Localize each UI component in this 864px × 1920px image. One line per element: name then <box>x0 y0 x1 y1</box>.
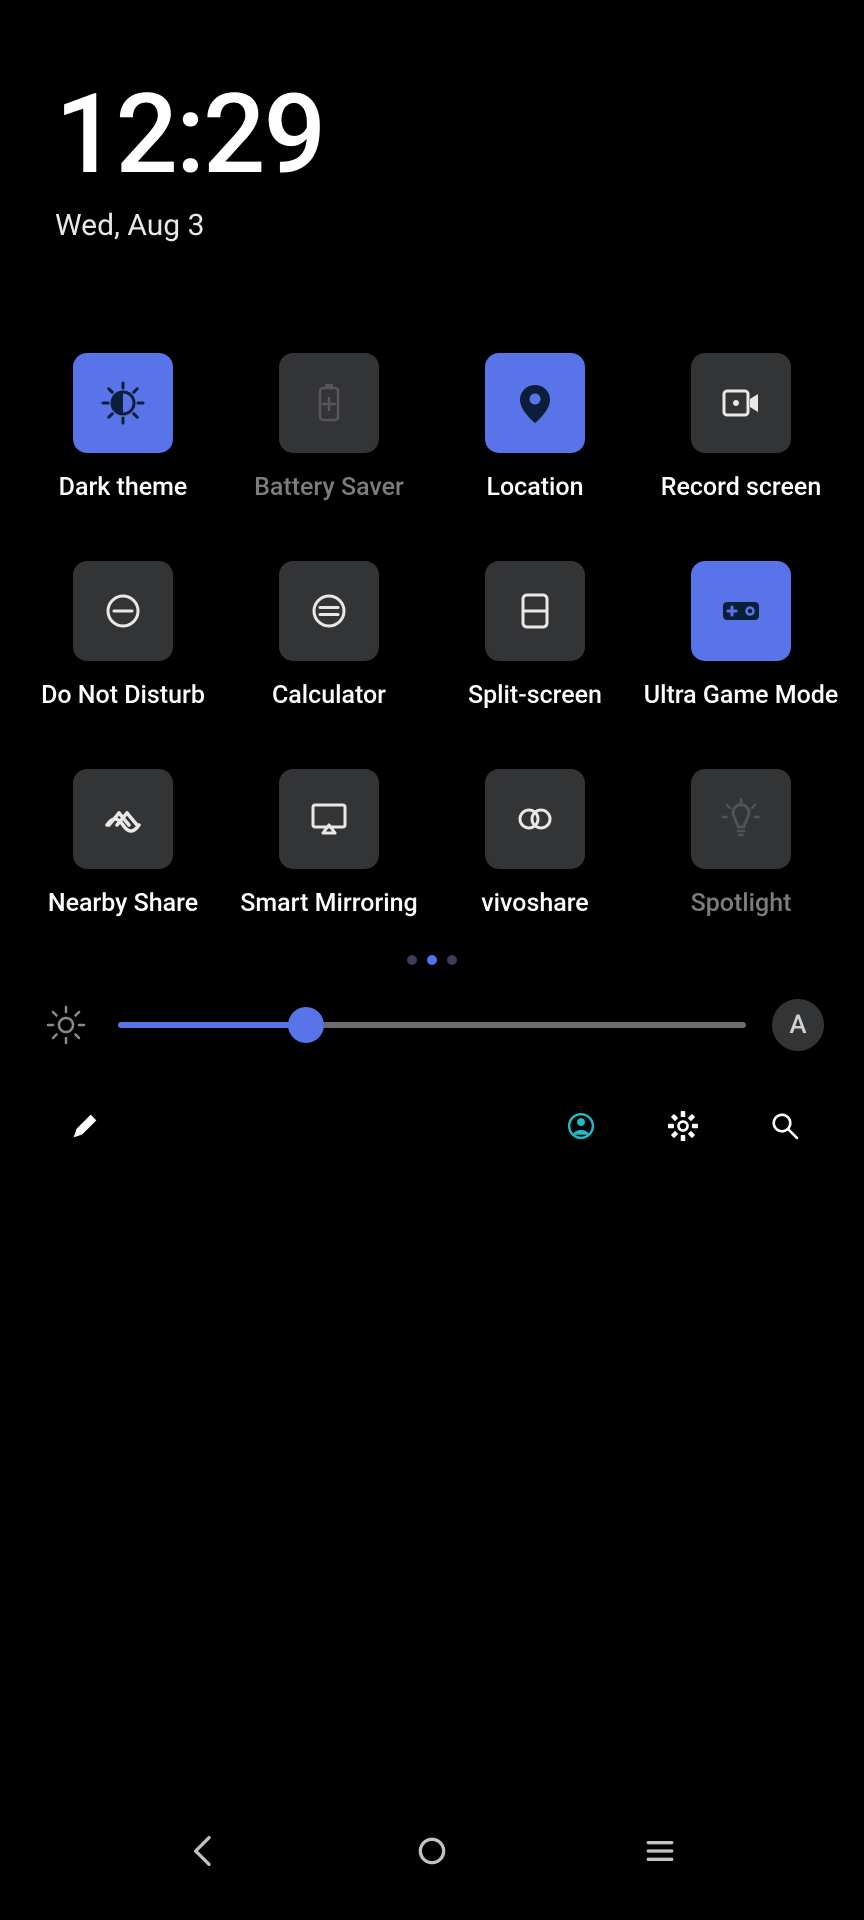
qs-tile-spotlight[interactable]: Spotlight <box>638 769 844 949</box>
split-screen-icon <box>485 561 585 661</box>
qs-tile-dark-theme[interactable]: Dark theme <box>20 353 226 533</box>
qs-tile-dnd[interactable]: Do Not Disturb <box>20 561 226 741</box>
qs-tile-label: Record screen <box>661 473 822 533</box>
qs-tile-smart-mirror[interactable]: Smart Mirroring <box>226 769 432 949</box>
qs-tile-calculator[interactable]: Calculator <box>226 561 432 741</box>
qs-tile-label: Battery Saver <box>254 473 404 533</box>
page-indicator <box>0 955 864 965</box>
qs-tile-label: Do Not Disturb <box>41 681 205 741</box>
location-icon <box>485 353 585 453</box>
brightness-row: A <box>40 999 824 1051</box>
pager-dot <box>447 955 457 965</box>
qs-tile-label: Location <box>486 473 583 533</box>
qs-tile-label: Spotlight <box>691 889 792 949</box>
nav-home-button[interactable] <box>392 1811 472 1891</box>
qs-tile-vivoshare[interactable]: vivoshare <box>432 769 638 949</box>
qs-tile-nearby-share[interactable]: Nearby Share <box>20 769 226 949</box>
auto-brightness-button[interactable]: A <box>772 999 824 1051</box>
clock-time: 12:29 <box>55 80 864 190</box>
qs-tile-label: Nearby Share <box>48 889 198 949</box>
edit-button[interactable] <box>56 1097 114 1155</box>
qs-tile-label: Ultra Game Mode <box>644 681 839 741</box>
clock-date: Wed, Aug 3 <box>55 208 864 243</box>
user-button[interactable] <box>552 1097 610 1155</box>
settings-button[interactable] <box>654 1097 712 1155</box>
spotlight-icon <box>691 769 791 869</box>
nearby-share-icon <box>73 769 173 869</box>
smart-mirror-icon <box>279 769 379 869</box>
qs-tile-label: Dark theme <box>59 473 188 533</box>
battery-saver-icon <box>279 353 379 453</box>
brightness-slider[interactable] <box>118 1005 746 1045</box>
qs-tile-record-screen[interactable]: Record screen <box>638 353 844 533</box>
qs-tile-split-screen[interactable]: Split-screen <box>432 561 638 741</box>
brightness-icon <box>40 999 92 1051</box>
qs-tile-ultra-game[interactable]: Ultra Game Mode <box>638 561 844 741</box>
qs-tile-location[interactable]: Location <box>432 353 638 533</box>
pager-dot <box>407 955 417 965</box>
navigation-bar <box>0 1800 864 1920</box>
ultra-game-icon <box>691 561 791 661</box>
qs-tile-grid: Dark theme Battery Saver Location Record sc… <box>0 243 864 949</box>
calculator-icon <box>279 561 379 661</box>
qs-action-row <box>0 1051 864 1155</box>
qs-header: 12:29 Wed, Aug 3 <box>0 0 864 243</box>
dark-theme-icon <box>73 353 173 453</box>
qs-tile-label: vivoshare <box>481 889 588 949</box>
nav-back-button[interactable] <box>164 1811 244 1891</box>
record-screen-icon <box>691 353 791 453</box>
qs-tile-label: Calculator <box>272 681 386 741</box>
nav-recent-button[interactable] <box>620 1811 700 1891</box>
qs-tile-battery-saver[interactable]: Battery Saver <box>226 353 432 533</box>
dnd-icon <box>73 561 173 661</box>
search-button[interactable] <box>756 1097 814 1155</box>
vivoshare-icon <box>485 769 585 869</box>
qs-tile-label: Smart Mirroring <box>240 889 417 949</box>
pager-dot <box>427 955 437 965</box>
qs-tile-label: Split-screen <box>468 681 602 741</box>
